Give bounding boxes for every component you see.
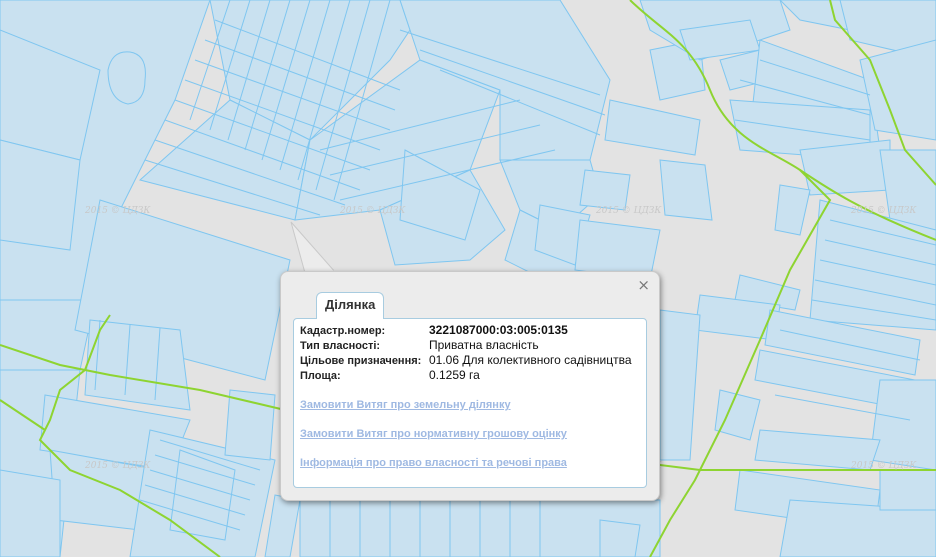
parcel-details-panel: Кадастр.номер: 3221087000:03:005:0135 Тип… [293,318,647,488]
ownership-type-value: Приватна власність [429,338,539,352]
svg-text:2015 © ЦДЗК: 2015 © ЦДЗК [595,206,662,216]
order-land-extract-link[interactable]: Замовити Витяг про земельну ділянку [300,399,511,411]
field-cadastral-number: Кадастр.номер: 3221087000:03:005:0135 [300,323,632,338]
svg-text:2015 © ЦДЗК: 2015 © ЦДЗК [84,461,151,471]
cadastral-number-value: 3221087000:03:005:0135 [429,323,568,337]
parcel-info-popup: × Ділянка Кадастр.номер: 3221087000:03:00… [280,271,660,501]
svg-text:2015 © ЦДЗК: 2015 © ЦДЗК [850,461,917,471]
field-label: Тип власності: [300,340,381,352]
order-valuation-extract-link[interactable]: Замовити Витяг про нормативну грошову оц… [300,428,567,440]
close-icon[interactable]: × [637,277,650,293]
field-area: Площа: 0.1259 га [300,368,632,383]
field-label: Кадастр.номер: [300,325,386,337]
area-value: 0.1259 га [429,368,480,382]
field-ownership-type: Тип власності: Приватна власність [300,338,632,353]
svg-text:2015 © ЦДЗК: 2015 © ЦДЗК [850,206,917,216]
purpose-value: 01.06 Для колективного садівництва [429,353,632,367]
svg-text:2015 © ЦДЗК: 2015 © ЦДЗК [84,206,151,216]
tab-parcel[interactable]: Ділянка [316,292,385,319]
ownership-rights-info-link[interactable]: Інформація про право власності та речові… [300,457,567,469]
svg-text:2015 © ЦДЗК: 2015 © ЦДЗК [339,206,406,216]
parcel-fields: Кадастр.номер: 3221087000:03:005:0135 Тип… [300,323,632,383]
field-purpose: Цільове призначення: 01.06 Для колективно… [300,353,632,368]
field-label: Площа: [300,370,341,382]
field-label: Цільове призначення: [300,355,422,367]
